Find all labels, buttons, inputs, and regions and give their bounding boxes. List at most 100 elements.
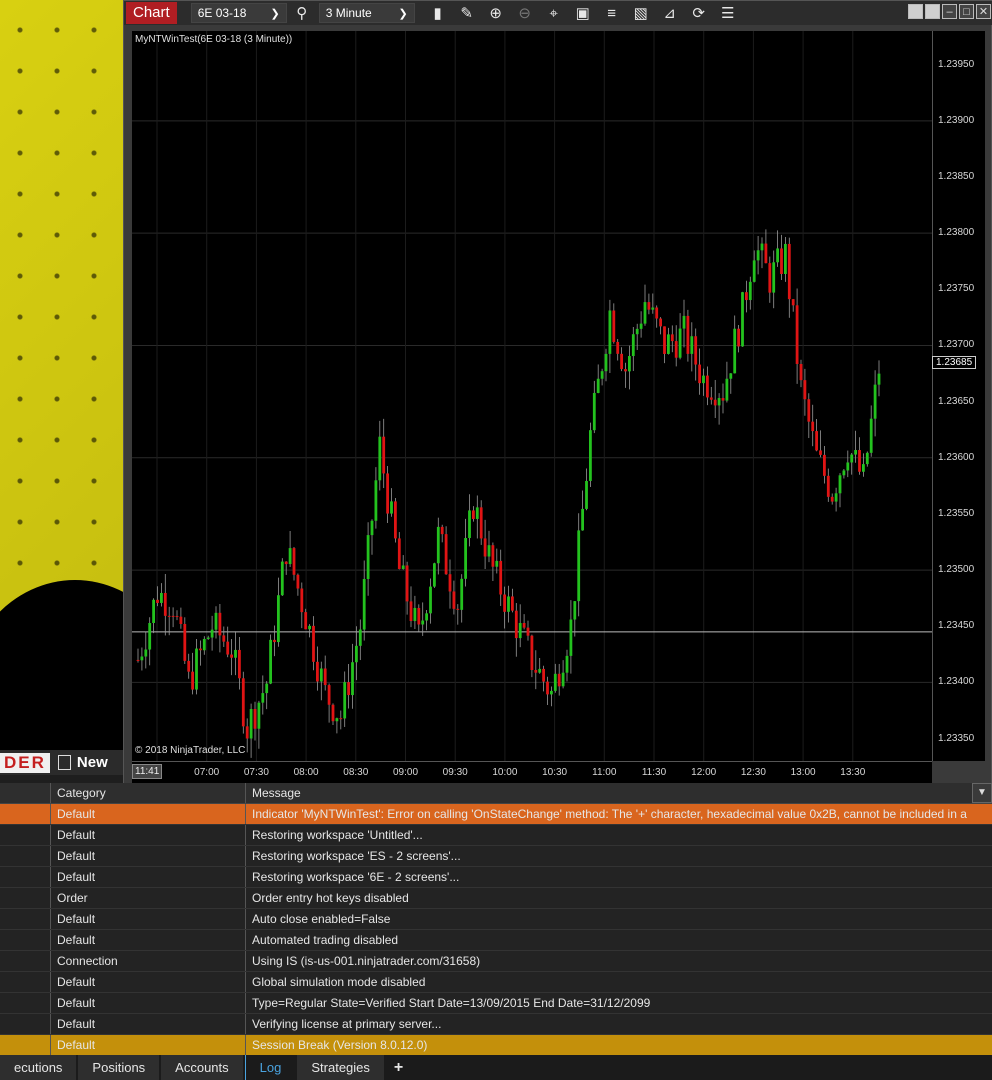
tab-accounts[interactable]: Accounts <box>161 1055 243 1080</box>
log-cell-category: Default <box>51 993 246 1013</box>
candle-up <box>729 373 733 379</box>
candle-down <box>230 654 233 658</box>
search-icon[interactable]: ⚲ <box>293 4 311 22</box>
candle-up <box>760 243 764 251</box>
chart-menu-button[interactable]: Chart <box>126 2 177 24</box>
maximize-button[interactable]: □ <box>959 4 974 19</box>
candle-up <box>550 690 553 695</box>
log-row[interactable]: Order Order entry hot keys disabled <box>0 888 992 909</box>
interval-selector[interactable]: 3 Minute ❯ <box>318 3 415 23</box>
log-row[interactable]: Default Restoring workspace '6E - 2 scree… <box>0 867 992 888</box>
crosshair-icon[interactable]: ⌖ <box>545 5 563 22</box>
zoom-in-icon[interactable]: ⊕ <box>487 4 505 22</box>
log-cell-category: Default <box>51 1014 246 1034</box>
indicators-icon[interactable]: ≡ <box>603 5 621 22</box>
log-cell-time <box>0 867 51 887</box>
log-row[interactable]: Default Restoring workspace 'Untitled'... <box>0 825 992 846</box>
log-row[interactable]: Default Global simulation mode disabled <box>0 972 992 993</box>
strategies-icon[interactable]: ▧ <box>632 4 650 22</box>
candle-down <box>479 507 483 539</box>
time-tick-label: 13:00 <box>790 767 816 778</box>
instrument-selector[interactable]: 6E 03-18 ❯ <box>190 3 287 23</box>
chart-plot-area[interactable]: MyNTWinTest(6E 03-18 (3 Minute)) © 2018 … <box>132 31 932 761</box>
candle-down <box>296 574 300 589</box>
time-tick-label: 08:00 <box>293 767 319 778</box>
time-tick-label: 09:30 <box>442 767 468 778</box>
copyright-notice: © 2018 NinjaTrader, LLC <box>135 745 246 756</box>
candle-down <box>394 501 397 539</box>
candle-up <box>600 371 604 379</box>
tile-left-button[interactable] <box>908 4 923 19</box>
candle-down <box>499 560 503 595</box>
log-cell-category: Order <box>51 888 246 908</box>
column-header-category[interactable]: Category <box>51 783 246 803</box>
candle-up <box>351 662 354 696</box>
candle-down <box>803 380 807 400</box>
candle-up <box>487 545 491 557</box>
log-cell-message: Automated trading disabled <box>252 933 399 947</box>
scroll-down-icon[interactable]: ▼ <box>972 783 992 803</box>
candle-up <box>592 392 596 431</box>
candle-up <box>421 620 425 625</box>
log-row[interactable]: Default Type=Regular State=Verified Start… <box>0 993 992 1014</box>
price-tick-label: 1.23550 <box>938 507 975 519</box>
refresh-icon[interactable]: ⟳ <box>690 4 708 22</box>
time-tick-label: 10:00 <box>492 767 518 778</box>
data-box-icon[interactable]: ▣ <box>574 4 592 22</box>
candle-down <box>612 310 616 342</box>
window-controls: – □ ✕ <box>908 4 991 19</box>
ninjatrader-logo: DER <box>0 752 50 773</box>
candle-down <box>807 399 811 422</box>
candle-up <box>865 452 869 465</box>
log-row[interactable]: Default Automated trading disabled <box>0 930 992 951</box>
candle-up <box>308 625 311 630</box>
candle-down <box>331 704 335 722</box>
candle-down <box>647 302 651 310</box>
new-menu-button[interactable]: New <box>57 754 108 771</box>
candle-up <box>873 384 877 419</box>
candle-up <box>288 548 292 565</box>
candle-down <box>483 538 487 557</box>
time-cursor-label: 11:41 <box>132 764 163 779</box>
candle-up <box>869 418 873 453</box>
add-tab-button[interactable]: + <box>386 1055 411 1080</box>
column-header-message[interactable]: Message <box>246 783 992 803</box>
draw-pencil-icon[interactable]: ✎ <box>458 4 476 22</box>
properties-list-icon[interactable]: ☰ <box>719 4 737 22</box>
log-row[interactable]: Default Auto close enabled=False <box>0 909 992 930</box>
log-row[interactable]: Default Session Break (Version 8.0.12.0) <box>0 1035 992 1055</box>
log-row[interactable]: Default Indicator 'MyNTWinTest': Error on… <box>0 804 992 825</box>
tab-executions[interactable]: ecutions <box>0 1055 77 1080</box>
candle-up <box>413 607 417 622</box>
log-row[interactable]: Default Restoring workspace 'ES - 2 scree… <box>0 846 992 867</box>
log-row[interactable]: Connection Using IS (is-us-001.ninjatrade… <box>0 951 992 972</box>
log-cell-message: Restoring workspace '6E - 2 screens'... <box>252 870 460 884</box>
drawing-tools-icon[interactable]: ⊿ <box>661 4 679 22</box>
column-header-time[interactable] <box>0 783 51 803</box>
candle-up <box>468 510 471 539</box>
price-axis[interactable]: 1.23950 1.23900 1.23850 1.23800 1.23750 1.237… <box>932 31 985 761</box>
bar-type-icon[interactable]: ▮ <box>429 4 447 22</box>
candle-up <box>752 260 756 282</box>
zoom-out-icon[interactable]: ⊖ <box>516 4 534 22</box>
tab-positions[interactable]: Positions <box>78 1055 160 1080</box>
price-tick-label: 1.23650 <box>938 395 975 407</box>
minimize-button[interactable]: – <box>942 4 957 19</box>
time-axis[interactable]: 11:41 07:00 07:30 08:00 08:30 09:00 09:30 10:0… <box>132 761 932 784</box>
tile-right-button[interactable] <box>925 4 940 19</box>
candle-down <box>787 243 791 300</box>
candle-up <box>140 656 144 661</box>
log-cell-time <box>0 951 51 971</box>
candle-down <box>226 641 230 655</box>
candle-down <box>175 615 179 617</box>
candle-down <box>316 661 319 682</box>
candle-up <box>464 538 467 579</box>
tab-log[interactable]: Log <box>244 1055 296 1080</box>
tab-strategies[interactable]: Strategies <box>297 1055 384 1080</box>
candle-up <box>667 334 670 354</box>
close-button[interactable]: ✕ <box>976 4 991 19</box>
log-row[interactable]: Default Verifying license at primary serv… <box>0 1014 992 1035</box>
candle-down <box>386 473 389 514</box>
candle-up <box>842 470 846 476</box>
log-cell-category: Connection <box>51 951 246 971</box>
